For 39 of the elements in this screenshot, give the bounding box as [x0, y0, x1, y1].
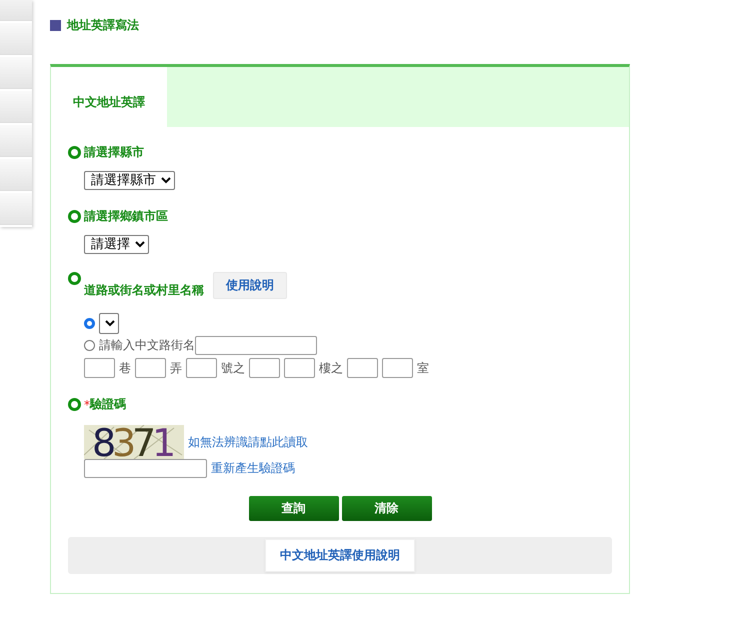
dropdown[interactable]: 請選擇縣市 — [84, 171, 175, 190]
help-button[interactable]: 使用說明 — [213, 272, 287, 299]
input-field[interactable] — [135, 358, 166, 378]
radio-button[interactable] — [84, 340, 95, 351]
bullet-icon — [68, 146, 81, 159]
captcha-field[interactable] — [84, 459, 207, 478]
required-mark: * — [84, 398, 90, 412]
section-label: 請選擇縣市 — [84, 144, 144, 161]
form-button[interactable]: 查詢 — [248, 496, 338, 521]
page-title: 地址英譯寫法 — [67, 16, 139, 34]
section-label: 道路或街名或村里名稱 — [84, 282, 204, 299]
input-field[interactable] — [382, 358, 413, 378]
bullet-icon — [68, 272, 81, 285]
guide-button[interactable]: 中文地址英譯使用說明 — [265, 539, 415, 572]
input-field[interactable] — [186, 358, 217, 378]
section-label: 請選擇鄉鎮市區 — [84, 208, 168, 225]
unit-label: 室 — [417, 360, 429, 376]
form-button[interactable]: 清除 — [342, 496, 432, 521]
square-icon — [50, 20, 61, 30]
unit-label: 弄 — [170, 360, 182, 376]
bullet-icon — [68, 398, 81, 411]
input-field[interactable] — [249, 358, 280, 378]
unit-label: 巷 — [119, 360, 131, 376]
input-field[interactable] — [347, 358, 378, 378]
input-field[interactable] — [84, 358, 115, 378]
refresh-link[interactable]: 重新產生驗證碼 — [211, 460, 295, 477]
radio-label: 請輸入中文路街名 — [99, 337, 195, 354]
reload-link[interactable]: 如無法辨識請點此讀取 — [188, 434, 308, 450]
input-field[interactable] — [284, 358, 315, 378]
section-label: 驗證碼 — [90, 396, 126, 413]
captcha-image: 8371 — [84, 425, 184, 459]
bullet-icon — [68, 210, 81, 223]
dropdown[interactable] — [99, 313, 119, 334]
tab[interactable]: 中文地址英譯 — [51, 67, 167, 127]
street-field[interactable] — [195, 336, 317, 355]
unit-label: 號之 — [221, 360, 245, 376]
dropdown[interactable]: 請選擇 — [84, 235, 149, 254]
radio-button[interactable] — [84, 318, 95, 329]
unit-label: 樓之 — [319, 360, 343, 376]
